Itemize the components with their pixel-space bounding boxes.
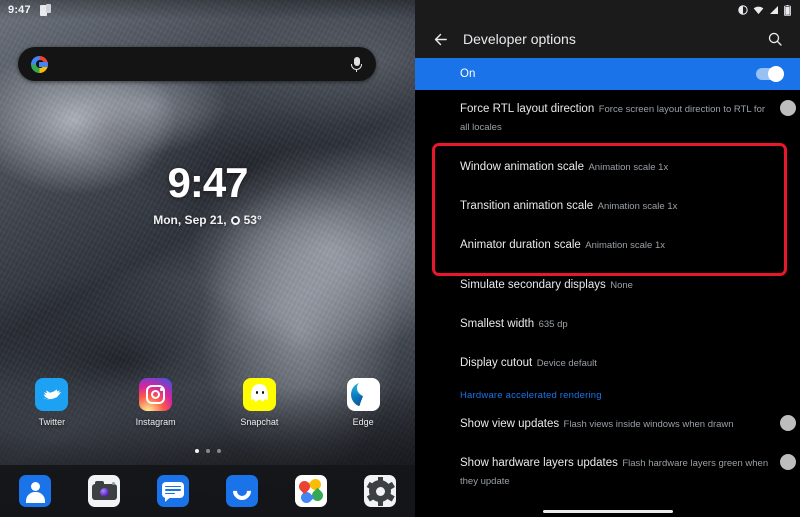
developer-options-screen: Developer options On Force RTL layout di…: [415, 0, 800, 517]
master-toggle-label: On: [460, 68, 476, 80]
row-title: Smallest width: [460, 318, 535, 330]
clock-time: 9:47: [167, 159, 248, 206]
row-window-animation-scale[interactable]: Window animation scale Animation scale 1…: [415, 144, 800, 184]
master-toggle-switch[interactable]: [756, 66, 784, 82]
home-gesture-bar[interactable]: [542, 510, 673, 513]
row-title: Show hardware layers updates: [460, 457, 618, 469]
messages-icon: [156, 475, 189, 507]
row-transition-animation-scale[interactable]: Transition animation scale Animation sca…: [415, 184, 800, 223]
row-subtitle: None: [610, 280, 633, 291]
camera-icon: [87, 475, 120, 507]
row-smallest-width[interactable]: Smallest width 635 dp: [415, 302, 800, 341]
row-title: Show view updates: [460, 418, 560, 430]
sun-icon: [230, 215, 240, 225]
page-indicator: [0, 449, 415, 453]
row-display-cutout[interactable]: Display cutout Device default: [415, 341, 800, 380]
dock-item-contacts[interactable]: [0, 475, 69, 507]
page-dot[interactable]: [216, 449, 221, 453]
app-twitter[interactable]: Twitter: [0, 378, 104, 427]
phone-icon: [226, 475, 259, 507]
section-header-hardware-accelerated-rendering: Hardware accelerated rendering: [460, 390, 602, 401]
row-subtitle: Flash views inside windows when drawn: [563, 419, 734, 430]
app-label: Twitter: [38, 417, 66, 427]
row-show-hardware-layers-updates[interactable]: Show hardware layers updates Flash hardw…: [415, 441, 800, 498]
row-force-rtl-layout-direction[interactable]: Force RTL layout direction Force screen …: [415, 90, 800, 144]
row-title: Display cutout: [460, 357, 533, 369]
twitter-icon: [35, 378, 69, 411]
google-photos-icon: [295, 475, 328, 507]
google-search-bar[interactable]: [18, 47, 376, 81]
dock-item-settings[interactable]: [346, 475, 415, 507]
status-bar-clock: 9:47: [8, 4, 31, 16]
dock-item-camera[interactable]: [69, 475, 138, 507]
row-simulate-secondary-displays[interactable]: Simulate secondary displays None: [415, 262, 800, 302]
snapchat-icon: [242, 378, 276, 411]
page-dot[interactable]: [194, 449, 199, 453]
row-title: Window animation scale: [460, 161, 585, 173]
row-subtitle: Animation scale 1x: [597, 201, 678, 212]
dock-item-messages[interactable]: [138, 475, 207, 507]
app-instagram[interactable]: Instagram: [104, 378, 208, 427]
row-title: Transition animation scale: [460, 200, 594, 212]
developer-options-master-row[interactable]: On: [415, 58, 800, 90]
clock-widget[interactable]: 9:47 Mon, Sep 21, 53°: [0, 159, 415, 228]
search-icon[interactable]: [762, 26, 788, 52]
dock-item-phone[interactable]: [208, 475, 277, 507]
settings-status-bar: [415, 0, 800, 20]
row-subtitle: Device default: [536, 358, 597, 369]
row-subtitle: 635 dp: [538, 319, 568, 330]
app-label: Edge: [352, 417, 374, 427]
row-show-view-updates[interactable]: Show view updates Flash views inside win…: [415, 405, 800, 441]
signal-icon: [770, 6, 778, 14]
app-edge[interactable]: Edge: [311, 378, 415, 427]
wifi-icon: [753, 6, 764, 15]
back-arrow-icon[interactable]: [427, 26, 453, 52]
row-animator-duration-scale[interactable]: Animator duration scale Animation scale …: [415, 223, 800, 262]
home-screen: 9:47 9:47 Mon, Sep 21, 53° Twitter Insta…: [0, 0, 415, 517]
app-label: Snapchat: [240, 417, 279, 427]
row-title: Force RTL layout direction: [460, 103, 595, 115]
contacts-icon: [18, 475, 51, 507]
instagram-icon: [139, 378, 173, 411]
google-logo-icon: [31, 55, 48, 73]
sim-card-icon: [39, 3, 51, 17]
row-subtitle: Animation scale 1x: [588, 162, 669, 173]
home-status-bar: 9:47: [0, 0, 415, 20]
clock-date: Mon, Sep 21,: [153, 213, 227, 227]
do-not-disturb-icon: [738, 5, 748, 15]
edge-icon: [346, 378, 380, 411]
row-title: Simulate secondary displays: [460, 279, 606, 291]
app-row: Twitter Instagram Snapchat Edge: [0, 378, 415, 427]
row-title: Animator duration scale: [460, 239, 581, 251]
dock-item-photos[interactable]: [277, 475, 346, 507]
app-bar: Developer options: [415, 20, 800, 58]
app-snapchat[interactable]: Snapchat: [208, 378, 312, 427]
settings-list: Force RTL layout direction Force screen …: [415, 90, 800, 498]
settings-gear-icon: [364, 475, 397, 507]
microphone-icon[interactable]: [350, 56, 363, 73]
dock: [0, 465, 415, 517]
app-label: Instagram: [135, 417, 176, 427]
battery-icon: [784, 4, 791, 16]
clock-date-weather: Mon, Sep 21, 53°: [0, 213, 415, 227]
row-subtitle: Animation scale 1x: [585, 240, 665, 251]
clock-temperature: 53°: [243, 213, 262, 227]
page-title: Developer options: [463, 31, 576, 47]
page-dot[interactable]: [205, 449, 210, 453]
